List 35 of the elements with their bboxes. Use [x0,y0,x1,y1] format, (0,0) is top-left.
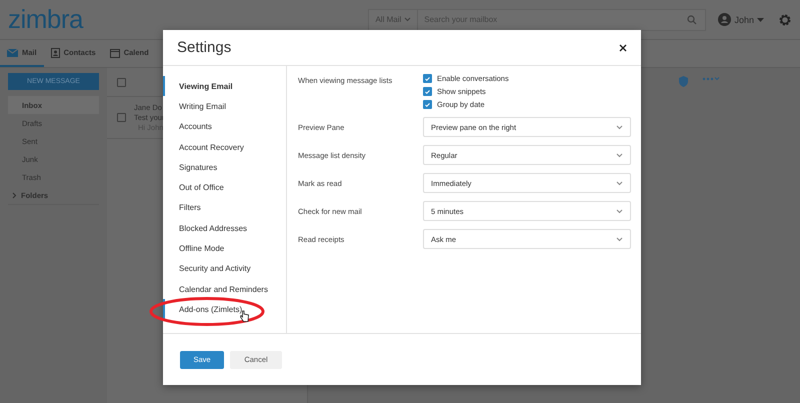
select-all-checkbox[interactable] [117,78,126,86]
search-icon[interactable] [687,14,698,24]
dialog-title: Settings [177,39,232,56]
checkbox[interactable] [423,87,432,96]
settings-nav-item[interactable]: Signatures [163,157,286,178]
settings-nav-item[interactable]: Out of Office [163,177,286,198]
calendar-icon [110,48,120,58]
chevron-icon [12,192,17,198]
settings-nav-item[interactable]: Writing Email [163,96,286,117]
message-checkbox[interactable] [117,113,126,122]
hand-cursor-icon [240,310,249,322]
logo: zimbra [8,4,84,35]
close-icon [619,44,627,52]
chevron-down-icon [616,124,623,130]
settings-icon[interactable] [778,12,792,26]
checkbox[interactable] [423,100,432,109]
chevron-down-icon [616,236,623,242]
settings-nav-item[interactable]: Blocked Addresses [163,218,286,238]
envelope-icon [7,48,18,56]
settings-nav-item[interactable]: Accounts [163,116,286,137]
contact-card-icon [50,48,60,58]
caret-icon [757,18,764,22]
settings-nav-item[interactable]: Security and Activity [163,258,286,279]
settings-nav-item[interactable]: Calendar and Reminders [163,278,286,300]
close-button[interactable] [619,44,627,52]
chevron-down-icon [616,208,623,214]
settings-nav-item[interactable]: Account Recovery [163,136,286,158]
chevron-down-icon [616,152,623,158]
chevron-down-icon [404,17,412,22]
settings-nav-item[interactable]: Viewing Email [163,76,286,96]
chevron-down-icon [616,180,623,186]
checkbox[interactable] [423,74,432,83]
settings-nav-item[interactable]: Offline Mode [163,238,286,259]
settings-nav-item[interactable]: Filters [163,198,286,218]
avatar-icon [718,13,732,26]
